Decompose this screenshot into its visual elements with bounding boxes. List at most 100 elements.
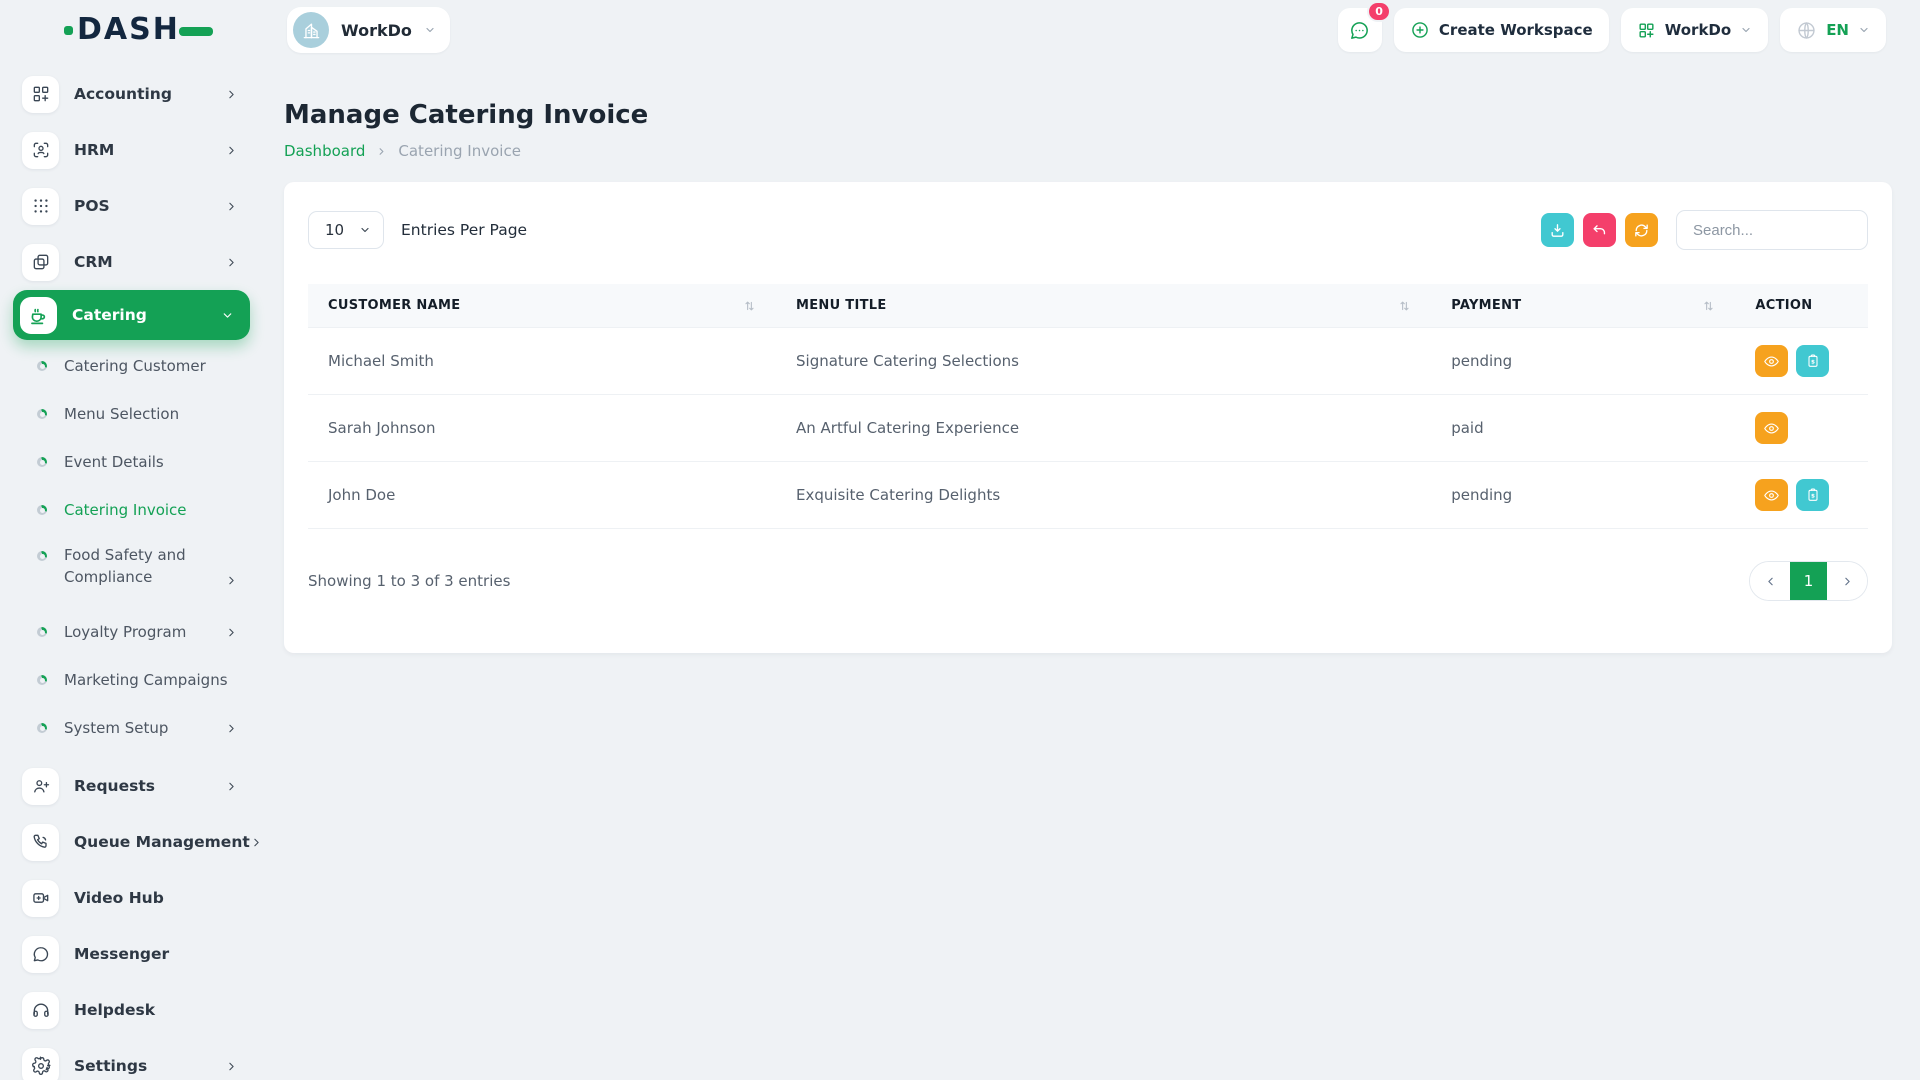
chevron-right-icon [225,200,238,213]
cell-payment-status: pending [1431,462,1735,529]
row-actions: $ [1755,479,1848,511]
cell-payment-status: pending [1431,328,1735,395]
sidebar-item-label: CRM [74,253,225,271]
coffee-cup-icon [20,297,57,334]
clipboard-dollar-icon: $ [1805,353,1821,369]
refresh-button[interactable] [1625,213,1658,247]
bullet-icon [37,723,47,733]
column-header-menu-title[interactable]: MENU TITLE [776,284,1431,328]
table-row: Sarah Johnson An Artful Catering Experie… [308,395,1868,462]
table-toolbar: 10 Entries Per Page [308,210,1868,250]
create-workspace-label: Create Workspace [1439,21,1593,39]
sidebar-item-label: Requests [74,777,225,795]
sidebar-item-helpdesk[interactable]: Helpdesk [0,982,258,1038]
user-scan-icon [22,132,59,169]
sidebar-item-crm[interactable]: CRM [0,234,258,290]
create-workspace-button[interactable]: Create Workspace [1394,8,1609,52]
svg-text:$: $ [1811,494,1815,500]
cell-payment-status: paid [1431,395,1735,462]
workspace-menu-button[interactable]: WorkDo [1621,8,1768,52]
chevron-down-icon [1740,24,1752,36]
payment-button[interactable]: $ [1796,479,1829,511]
breadcrumb-dashboard-link[interactable]: Dashboard [284,142,365,160]
topbar: DASH WorkDo 0 Create Workspace WorkDo [0,0,1920,60]
entries-value: 10 [325,221,344,239]
sidebar-item-pos[interactable]: POS [0,178,258,234]
table-row: Michael Smith Signature Catering Selecti… [308,328,1868,395]
sort-icon [743,300,756,312]
workspace-avatar [293,12,329,48]
sort-icon [1702,300,1715,312]
sidebar-subitem-catering-invoice[interactable]: Catering Invoice [0,486,258,534]
sidebar-item-queue-management[interactable]: Queue Management [0,814,258,870]
bullet-icon [37,361,47,371]
sidebar-item-video-hub[interactable]: Video Hub [0,870,258,926]
view-button[interactable] [1755,479,1788,511]
sidebar-item-label: Messenger [74,945,238,963]
cell-customer-name: Sarah Johnson [308,395,776,462]
column-header-payment[interactable]: PAYMENT [1431,284,1735,328]
row-actions: $ [1755,345,1848,377]
logo-dash-icon [179,27,213,36]
video-plus-icon [22,880,59,917]
workspace-menu-label: WorkDo [1665,21,1731,39]
dots-grid-icon [22,188,59,225]
language-selector[interactable]: EN [1780,8,1886,52]
notification-badge: 0 [1367,1,1391,22]
building-icon [302,21,321,40]
chevron-right-icon [225,1060,238,1073]
sidebar-item-label: Accounting [74,85,225,103]
invoice-table: CUSTOMER NAME MENU TITLE PAYMENT AC [308,284,1868,529]
bullet-icon [37,505,47,515]
main-content: Manage Catering Invoice Dashboard Cateri… [258,60,1920,1080]
chevron-down-icon [359,224,371,236]
invoice-table-card: 10 Entries Per Page [284,182,1892,653]
sidebar-subitem-system-setup[interactable]: System Setup [0,704,258,752]
sidebar-item-label: POS [74,197,225,215]
sidebar-subitem-marketing-campaigns[interactable]: Marketing Campaigns [0,656,258,704]
sidebar-item-accounting[interactable]: Accounting [0,66,258,122]
undo-button[interactable] [1583,213,1616,247]
entries-per-page-select[interactable]: 10 [308,211,384,249]
chevron-down-icon [221,309,234,322]
bullet-icon [37,457,47,467]
sidebar-item-catering[interactable]: Catering [13,290,250,340]
search-input[interactable] [1676,210,1868,250]
sidebar-item-requests[interactable]: Requests [0,758,258,814]
apps-plus-icon [22,76,59,113]
user-plus-icon [22,768,59,805]
cell-menu-title: Exquisite Catering Delights [776,462,1431,529]
page-title: Manage Catering Invoice [284,100,1892,130]
sidebar-subitem-event-details[interactable]: Event Details [0,438,258,486]
chevron-right-icon [225,626,238,639]
undo-arrow-icon [1591,222,1608,239]
chevron-right-icon [376,146,387,157]
payment-button[interactable]: $ [1796,345,1829,377]
sidebar-item-label: Queue Management [74,833,250,851]
pagination-current-page[interactable]: 1 [1790,562,1827,600]
table-footer: Showing 1 to 3 of 3 entries 1 [308,561,1868,601]
bullet-icon [37,627,47,637]
pagination: 1 [1749,561,1868,601]
sidebar-subitem-menu-selection[interactable]: Menu Selection [0,390,258,438]
chevron-right-icon [1841,575,1854,588]
sidebar-subitem-food-safety[interactable]: Food Safety and Compliance [0,534,258,602]
sidebar-item-messenger[interactable]: Messenger [0,926,258,982]
messages-button[interactable]: 0 [1338,8,1382,52]
sidebar-item-settings[interactable]: Settings [0,1038,258,1080]
view-button[interactable] [1755,412,1788,444]
view-button[interactable] [1755,345,1788,377]
workspace-selector[interactable]: WorkDo [287,7,450,53]
sidebar-item-hrm[interactable]: HRM [0,122,258,178]
column-header-customer-name[interactable]: CUSTOMER NAME [308,284,776,328]
chevron-down-icon [1858,24,1870,36]
brand-logo[interactable]: DASH [64,15,213,45]
export-button[interactable] [1541,213,1574,247]
entries-per-page-label: Entries Per Page [401,221,527,239]
gear-icon [22,1048,59,1080]
pagination-prev-button[interactable] [1750,562,1790,600]
showing-entries-text: Showing 1 to 3 of 3 entries [308,572,510,590]
sidebar-subitem-loyalty-program[interactable]: Loyalty Program [0,608,258,656]
sidebar-subitem-catering-customer[interactable]: Catering Customer [0,342,258,390]
pagination-next-button[interactable] [1827,562,1867,600]
